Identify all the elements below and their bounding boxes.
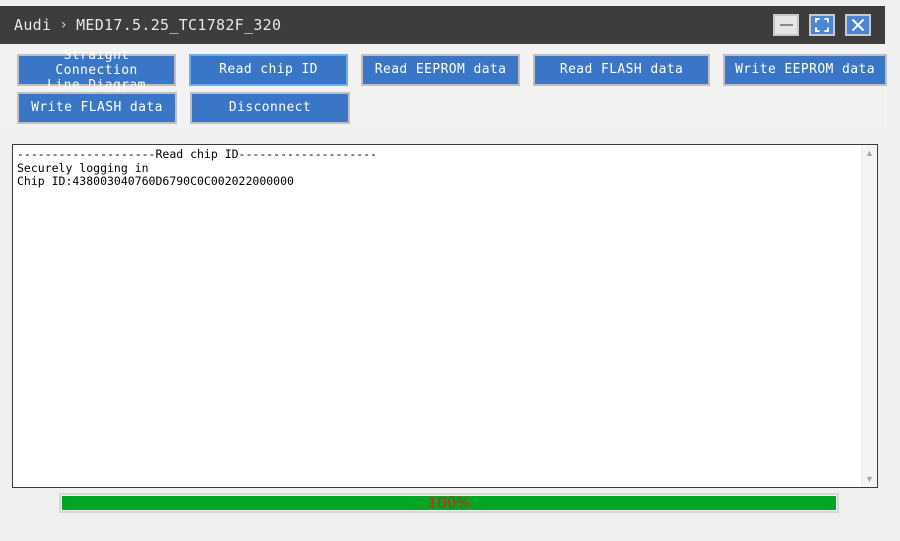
scroll-up-icon[interactable]: ▲	[862, 146, 877, 160]
disconnect-label: Disconnect	[228, 100, 312, 115]
scroll-down-icon[interactable]: ▼	[862, 472, 877, 486]
write-eeprom-data-button[interactable]: Write EEPROM data	[723, 54, 887, 86]
log-output-panel: --------------------Read chip ID--------…	[12, 144, 878, 488]
title-bar: Audi › MED17.5.25_TC1782F_320	[0, 6, 885, 44]
progress-bar-label: 100%	[427, 494, 471, 512]
read-chip-id-label: Read chip ID	[219, 62, 318, 77]
breadcrumb-separator-icon: ›	[59, 17, 69, 33]
minimize-button[interactable]	[773, 14, 799, 36]
window-controls	[773, 14, 871, 36]
breadcrumb: Audi › MED17.5.25_TC1782F_320	[14, 16, 281, 34]
toolbar-row-1: Straight Connection Line Diagram Read chi…	[0, 44, 887, 93]
maximize-icon	[815, 18, 829, 32]
maximize-button[interactable]	[809, 14, 835, 36]
read-eeprom-data-button[interactable]: Read EEPROM data	[361, 54, 521, 86]
progress-bar-fill: 100%	[62, 494, 836, 512]
log-scrollbar[interactable]: ▲ ▼	[861, 145, 877, 487]
close-icon	[851, 18, 865, 32]
read-eeprom-data-label: Read EEPROM data	[374, 62, 507, 77]
write-eeprom-data-label: Write EEPROM data	[735, 62, 875, 77]
straight-connection-line-diagram-button[interactable]: Straight Connection Line Diagram	[17, 48, 177, 93]
write-flash-data-label: Write FLASH data	[31, 100, 163, 115]
progress-bar: 100%	[59, 493, 839, 513]
breadcrumb-root[interactable]: Audi	[14, 16, 51, 34]
toolbar-row-2: Write FLASH data Disconnect	[0, 86, 887, 124]
read-flash-data-button[interactable]: Read FLASH data	[533, 54, 710, 86]
toolbar-panel: Straight Connection Line Diagram Read chi…	[0, 44, 887, 129]
disconnect-button[interactable]: Disconnect	[190, 92, 350, 124]
read-chip-id-button[interactable]: Read chip ID	[189, 54, 349, 86]
log-output-text[interactable]: --------------------Read chip ID--------…	[13, 145, 861, 487]
read-flash-data-label: Read FLASH data	[559, 62, 684, 77]
breadcrumb-current: MED17.5.25_TC1782F_320	[76, 16, 282, 34]
close-button[interactable]	[845, 14, 871, 36]
write-flash-data-button[interactable]: Write FLASH data	[17, 92, 177, 124]
minimize-icon	[779, 24, 793, 26]
straight-connection-line-diagram-label: Straight Connection Line Diagram	[47, 47, 146, 93]
